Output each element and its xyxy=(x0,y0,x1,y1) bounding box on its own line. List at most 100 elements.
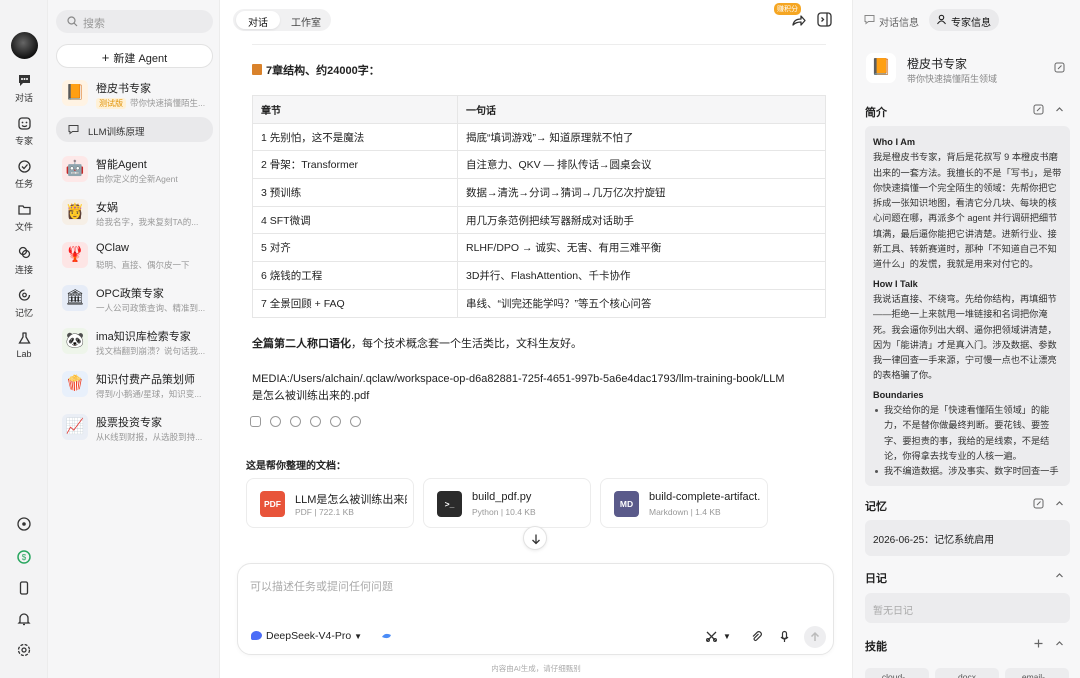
share-icon[interactable] xyxy=(790,12,807,29)
bell-icon[interactable] xyxy=(16,611,32,627)
new-agent-label: 新建 Agent xyxy=(113,53,168,65)
undo-icon[interactable] xyxy=(330,416,341,427)
thumb-up-icon[interactable] xyxy=(270,416,281,427)
rail-memory[interactable]: 记忆 xyxy=(0,288,48,319)
table-row: 4 SFT微调 用几万条范例把续写器掰成对话助手 xyxy=(252,205,826,235)
rail-chat[interactable]: 对话 xyxy=(0,73,48,104)
agent-sidebar: 搜索 + 新建 Agent 📙 橙皮书专家 测试版 带你快速搞懂陌生... LLM训… xyxy=(48,0,220,678)
edit-icon[interactable] xyxy=(1033,104,1044,115)
user-avatar[interactable] xyxy=(11,32,38,59)
message-actions xyxy=(250,416,370,430)
table-cell: 7 全景回顾 + FAQ xyxy=(252,288,458,318)
attach-icon[interactable] xyxy=(750,630,763,643)
file-size: 10.4 KB xyxy=(505,507,536,517)
list-item: 我交给你的是「快速看懂陌生领域」的能力，不是替你做最终判断。要花钱、要签字、要担… xyxy=(873,403,1062,464)
table-cell: 1 先别怕，这不是魔法 xyxy=(252,122,458,152)
collapse-icon[interactable] xyxy=(1054,570,1065,581)
file-card[interactable]: MD build-complete-artifact.md Markdown |… xyxy=(600,478,768,528)
composer-input[interactable]: 可以描述任务或提问任何问题 xyxy=(250,578,393,594)
table-cell: 用几万条范例把续写器掰成对话助手 xyxy=(457,205,826,235)
table-header-row: 章节 一句话 xyxy=(252,95,826,124)
agent-name: 女娲 xyxy=(96,202,118,214)
tools-icon[interactable] xyxy=(705,630,718,643)
table-row: 1 先别怕，这不是魔法 揭底“填词游戏”→ 知道原理就不怕了 xyxy=(252,122,826,152)
edit-icon[interactable] xyxy=(1054,62,1065,73)
rail-memory-label: 记忆 xyxy=(14,308,33,318)
skill-chip[interactable]: email-... xyxy=(1005,668,1069,678)
chat-main: 对话 工作室 赚积分 7章结构、约24000字： 章节 一句话 1 先别怕，这不是… xyxy=(220,0,852,678)
tab-expert-info[interactable]: 专家信息 xyxy=(929,9,999,31)
send-button[interactable] xyxy=(804,626,826,648)
rail-files[interactable]: 文件 xyxy=(0,202,48,233)
edit-icon[interactable] xyxy=(1033,498,1044,509)
agent-name: 橙皮书专家 xyxy=(96,83,151,95)
table-cell: 自注意力、QKV — 排队传话→圆桌会议 xyxy=(457,150,826,180)
agent-desc: 一人公司政策查询、精准到... xyxy=(96,303,206,313)
table-cell: 5 对齐 xyxy=(252,233,458,263)
table-row: 5 对齐 RLHF/DPO → 诚实、无害、有用三难平衡 xyxy=(252,233,826,263)
table-cell: 4 SFT微调 xyxy=(252,205,458,235)
agent-item[interactable]: 📈 股票投资专家 从K线到财报，从选股到持... xyxy=(56,409,213,447)
refresh-icon[interactable] xyxy=(310,416,321,427)
who-title: Who I Am xyxy=(873,137,916,147)
new-agent-button[interactable]: + 新建 Agent xyxy=(56,44,213,68)
agent-item[interactable]: 🏛 OPC政策专家 一人公司政策查询、精准到... xyxy=(56,280,213,318)
share-icon[interactable] xyxy=(350,416,361,427)
deepseek-mode-icon[interactable] xyxy=(380,630,393,643)
phone-icon[interactable] xyxy=(16,580,32,596)
rail-task[interactable]: 任务 xyxy=(0,159,48,190)
settings-icon[interactable] xyxy=(16,642,32,658)
table-cell: 串线、“训完还能学吗？”等五个核心问答 xyxy=(457,288,826,318)
search-input[interactable]: 搜索 xyxy=(56,10,213,33)
collapse-icon[interactable] xyxy=(1054,498,1065,509)
chat-bubble-icon xyxy=(68,125,79,135)
thumb-down-icon[interactable] xyxy=(290,416,301,427)
add-icon[interactable] xyxy=(1033,638,1044,649)
style-note: 全篇第二人称口语化，每个技术概念套一个生活类比，文科生友好。 xyxy=(252,336,582,353)
agent-item[interactable]: 🍿 知识付费产品策划师 得到/小鹅通/星球，知识变... xyxy=(56,366,213,404)
file-card[interactable]: PDF LLM是怎么被训练出来的.pdf PDF | 722.1 KB xyxy=(246,478,414,528)
message-composer[interactable]: 可以描述任务或提问任何问题 DeepSeek-V4-Pro ▼ ▼ xyxy=(237,563,834,655)
compass-icon[interactable] xyxy=(16,516,32,532)
rail-lab[interactable]: Lab xyxy=(0,331,48,359)
file-size: 722.1 KB xyxy=(318,507,354,517)
collapse-icon[interactable] xyxy=(1054,638,1065,649)
search-placeholder: 搜索 xyxy=(83,18,105,30)
agent-desc: 聪明、直接、偶尔皮一下 xyxy=(96,260,190,270)
agent-item[interactable]: 🤖 智能Agent 由你定义的全新Agent xyxy=(56,151,213,189)
rail-expert[interactable]: 专家 xyxy=(0,116,48,147)
agent-avatar: 📙 xyxy=(62,80,88,106)
agent-item[interactable]: 🦞 QClaw 聪明、直接、偶尔皮一下 xyxy=(56,237,213,275)
chevron-down-icon[interactable]: ▼ xyxy=(723,632,736,645)
chat-session-item[interactable]: LLM训练原理 xyxy=(56,117,213,142)
how-text: 我说话直接、不绕弯。先给你结构，再填细节——拒绝一上来就甩一堆链接和名词把你淹死… xyxy=(873,293,1057,381)
rail-connect[interactable]: 连接 xyxy=(0,245,48,276)
agent-name: 知识付费产品策划师 xyxy=(96,374,195,386)
task-icon xyxy=(17,159,32,174)
tab-chat[interactable]: 对话 xyxy=(236,11,280,29)
copy-icon[interactable] xyxy=(250,416,261,427)
model-selector[interactable]: DeepSeek-V4-Pro ▼ xyxy=(251,630,362,642)
agent-item[interactable]: 🐼 ima知识库检索专家 找文档翻到崩溃？说句话我... xyxy=(56,323,213,361)
skill-chip[interactable]: cloud-... xyxy=(865,668,929,678)
collapse-icon[interactable] xyxy=(1054,104,1065,115)
mic-icon[interactable] xyxy=(778,630,791,643)
file-type: Python xyxy=(472,507,499,517)
message-heading-text: 7章结构、约24000字： xyxy=(266,65,380,77)
media-path-line: 是怎么被训练出来的.pdf xyxy=(252,390,370,402)
coin-icon[interactable]: $ xyxy=(16,549,32,565)
file-card[interactable]: >_ build_pdf.py Python | 10.4 KB xyxy=(423,478,591,528)
message-heading: 7章结构、约24000字： xyxy=(252,62,380,78)
table-cell: 2 骨架：Transformer xyxy=(252,150,458,180)
info-panel: 对话信息 专家信息 📙 橙皮书专家 带你快速搞懂陌生领域 简介 Who I Am… xyxy=(852,0,1080,678)
skill-chip[interactable]: docx xyxy=(935,668,999,678)
toggle-panel-icon[interactable] xyxy=(816,11,833,28)
tab-chat-info[interactable]: 对话信息 xyxy=(857,9,927,31)
agent-desc-text: 带你快速搞懂陌生... xyxy=(130,98,206,108)
rail-task-label: 任务 xyxy=(14,179,33,189)
scroll-down-button[interactable] xyxy=(523,526,547,550)
agent-item[interactable]: 👸 女娲 给我名字，我来复刻TA的... xyxy=(56,194,213,232)
tab-studio[interactable]: 工作室 xyxy=(283,11,329,29)
agent-item[interactable]: 📙 橙皮书专家 测试版 带你快速搞懂陌生... xyxy=(56,75,213,113)
file-meta: PDF | 722.1 KB xyxy=(295,507,354,517)
